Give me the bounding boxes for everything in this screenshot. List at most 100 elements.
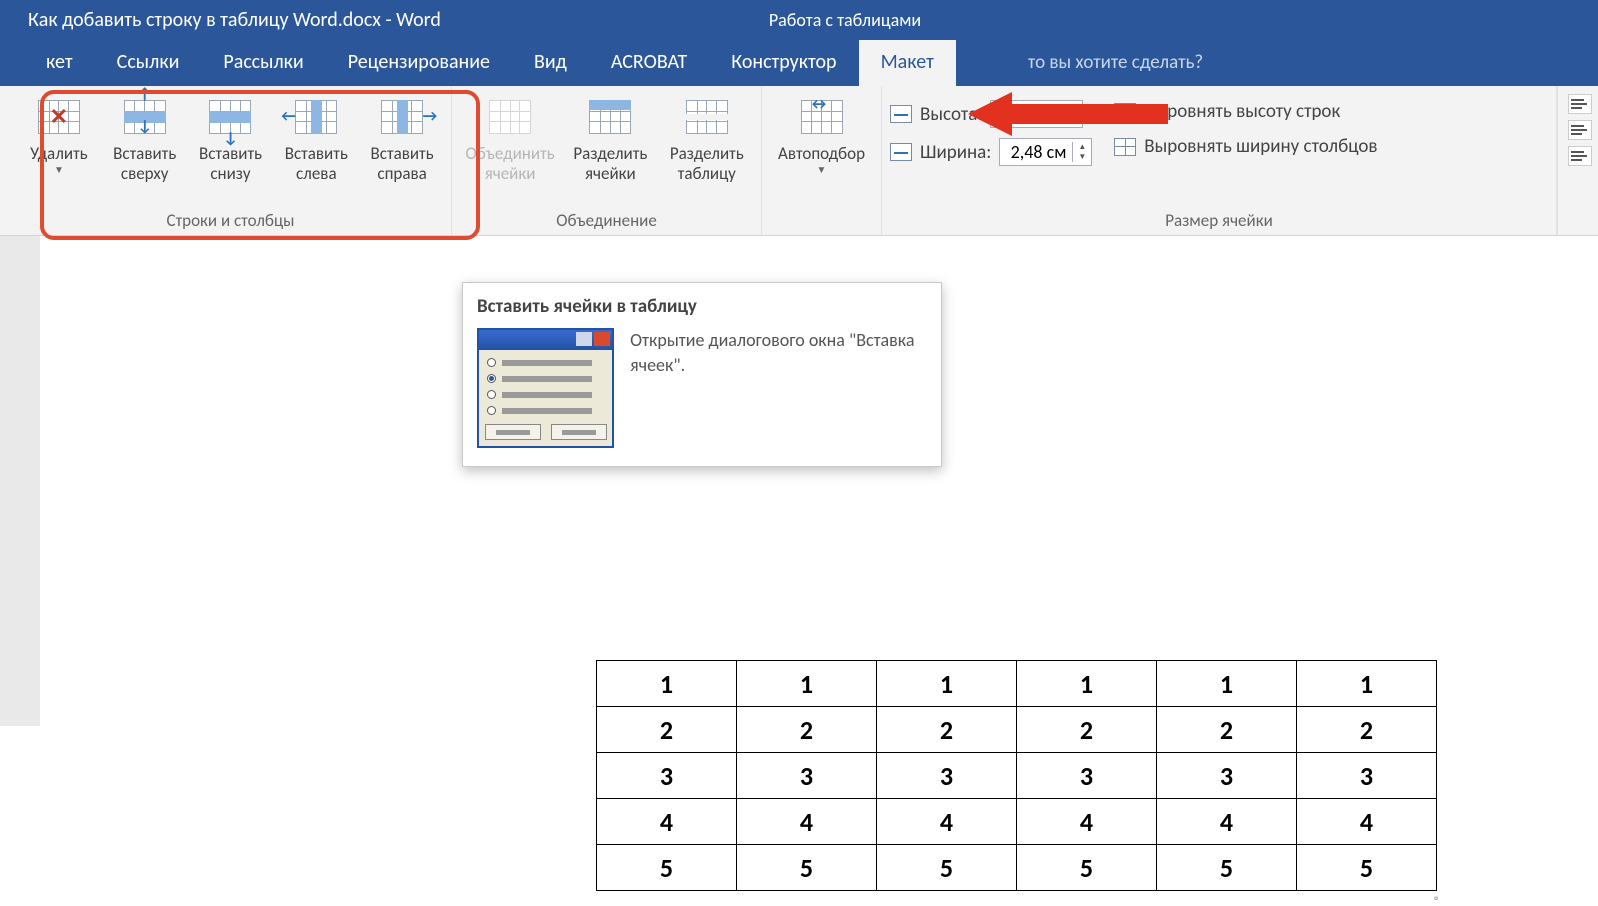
document-table[interactable]: 111111222222333333444444555555 [596, 660, 1437, 891]
table-row[interactable]: 444444 [597, 799, 1437, 845]
split-cells-button[interactable]: Разделить ячейки [564, 92, 656, 183]
table-cell[interactable]: 3 [1017, 753, 1157, 799]
width-input[interactable] [1000, 141, 1072, 163]
table-cell[interactable]: 3 [597, 753, 737, 799]
table-cell[interactable]: 5 [1297, 845, 1437, 891]
table-cell[interactable]: 2 [597, 707, 737, 753]
table-cell[interactable]: 4 [737, 799, 877, 845]
split-cells-label-2: ячейки [585, 164, 636, 184]
distribute-cols-button[interactable]: Выровнять ширину столбцов [1114, 135, 1377, 158]
width-spinner[interactable]: ▲▼ [999, 138, 1092, 166]
group-merge-label: Объединение [460, 207, 753, 235]
table-cell[interactable]: 1 [1157, 661, 1297, 707]
tab-acrobat[interactable]: ACROBAT [589, 40, 709, 86]
table-cell[interactable]: 3 [737, 753, 877, 799]
height-down[interactable]: ▼ [1064, 114, 1082, 124]
group-cell-size-label: Размер ячейки [890, 207, 1548, 235]
table-row[interactable]: 222222 [597, 707, 1437, 753]
tab-design[interactable]: Конструктор [709, 40, 858, 86]
table-cell[interactable]: 4 [1017, 799, 1157, 845]
table-cell[interactable]: 1 [737, 661, 877, 707]
distribute-rows-button[interactable]: Выровнять высоту строк [1114, 100, 1377, 123]
group-cell-size: Высота: ▲▼ Ширина: ▲▼ [882, 86, 1557, 235]
table-cell[interactable]: 5 [877, 845, 1017, 891]
screentip-title: Вставить ячейки в таблицу [477, 295, 927, 318]
delete-label: Удалить [30, 144, 87, 164]
table-cell[interactable]: 4 [597, 799, 737, 845]
table-cell[interactable]: 2 [877, 707, 1017, 753]
ribbon-tabs: кет Ссылки Рассылки Рецензирование Вид A… [0, 40, 1598, 86]
height-input[interactable] [991, 103, 1063, 125]
merge-label-2: ячейки [485, 164, 536, 184]
tab-review[interactable]: Рецензирование [326, 40, 512, 86]
width-up[interactable]: ▲ [1073, 142, 1091, 152]
tab-layout[interactable]: Макет [859, 40, 956, 86]
table-cell[interactable]: 5 [737, 845, 877, 891]
table-cell[interactable]: 5 [597, 845, 737, 891]
screentip: Вставить ячейки в таблицу Открытие диало… [462, 282, 942, 467]
table-row[interactable]: 333333 [597, 753, 1437, 799]
group-rows-columns: ✕ Удалить ▼ ↑↓ Вставить сверху ↓ Вставит… [0, 86, 452, 235]
insert-left-label-2: слева [296, 164, 337, 184]
width-label: Ширина: [920, 141, 991, 164]
tab-partial[interactable]: кет [24, 40, 95, 86]
row-height-icon [890, 105, 912, 123]
table-resize-handle[interactable]: ▫ [1434, 892, 1438, 906]
table-cell[interactable]: 3 [1297, 753, 1437, 799]
height-label: Высота: [920, 103, 982, 126]
table-cell[interactable]: 4 [1297, 799, 1437, 845]
table-cell[interactable]: 1 [597, 661, 737, 707]
table-cell[interactable]: 2 [1157, 707, 1297, 753]
dialog-preview-icon [477, 328, 614, 448]
group-merge: Объединить ячейки Разделить ячейки Разде… [452, 86, 762, 235]
autofit-button[interactable]: ↔ Автоподбор ▼ [770, 92, 873, 175]
align-middle-left-button[interactable] [1568, 120, 1592, 140]
split-table-label-2: таблицу [678, 164, 736, 184]
table-cell[interactable]: 2 [1017, 707, 1157, 753]
tell-me-search[interactable]: то вы хотите сделать? [1006, 41, 1225, 86]
delete-button[interactable]: ✕ Удалить ▼ [18, 92, 100, 175]
table-row[interactable]: 555555 [597, 845, 1437, 891]
tab-mailings[interactable]: Рассылки [201, 40, 325, 86]
table-cell[interactable]: 2 [737, 707, 877, 753]
height-spinner[interactable]: ▲▼ [990, 100, 1083, 128]
distribute-rows-label: Выровнять высоту строк [1144, 100, 1340, 123]
table-cell[interactable]: 1 [1297, 661, 1437, 707]
table-cell[interactable]: 1 [1017, 661, 1157, 707]
insert-right-label-2: справа [377, 164, 426, 184]
insert-left-button[interactable]: ← Вставить слева [275, 92, 357, 183]
insert-above-label-1: Вставить [113, 144, 176, 164]
col-width-icon [890, 143, 912, 161]
insert-below-label-2: снизу [210, 164, 250, 184]
width-down[interactable]: ▼ [1073, 152, 1091, 162]
insert-above-label-2: сверху [121, 164, 169, 184]
tab-links[interactable]: Ссылки [95, 40, 202, 86]
tab-view[interactable]: Вид [512, 40, 589, 86]
table-cell[interactable]: 5 [1017, 845, 1157, 891]
split-cells-label-1: Разделить [573, 144, 647, 164]
insert-left-label-1: Вставить [285, 144, 348, 164]
align-bottom-left-button[interactable] [1568, 146, 1592, 166]
context-tab-title: Работа с таблицами [725, 0, 965, 40]
insert-above-button[interactable]: ↑↓ Вставить сверху [104, 92, 186, 183]
align-top-left-button[interactable] [1568, 94, 1592, 114]
table-body: 111111222222333333444444555555 [597, 661, 1437, 891]
chevron-down-icon: ▼ [817, 164, 827, 176]
table-cell[interactable]: 4 [1157, 799, 1297, 845]
merge-label-1: Объединить [465, 144, 554, 164]
table-cell[interactable]: 5 [1157, 845, 1297, 891]
table-cell[interactable]: 4 [877, 799, 1017, 845]
split-table-button[interactable]: Разделить таблицу [661, 92, 753, 183]
insert-right-button[interactable]: → Вставить справа [361, 92, 443, 183]
table-cell[interactable]: 1 [877, 661, 1017, 707]
ribbon: ✕ Удалить ▼ ↑↓ Вставить сверху ↓ Вставит… [0, 86, 1598, 236]
table-row[interactable]: 111111 [597, 661, 1437, 707]
table-cell[interactable]: 3 [877, 753, 1017, 799]
autofit-icon: ↔ [801, 100, 843, 134]
table-cell[interactable]: 2 [1297, 707, 1437, 753]
height-up[interactable]: ▲ [1064, 104, 1082, 114]
insert-below-button[interactable]: ↓ Вставить снизу [190, 92, 272, 183]
chevron-down-icon: ▼ [54, 164, 64, 176]
table-cell[interactable]: 3 [1157, 753, 1297, 799]
page-margin-shadow [0, 236, 40, 726]
